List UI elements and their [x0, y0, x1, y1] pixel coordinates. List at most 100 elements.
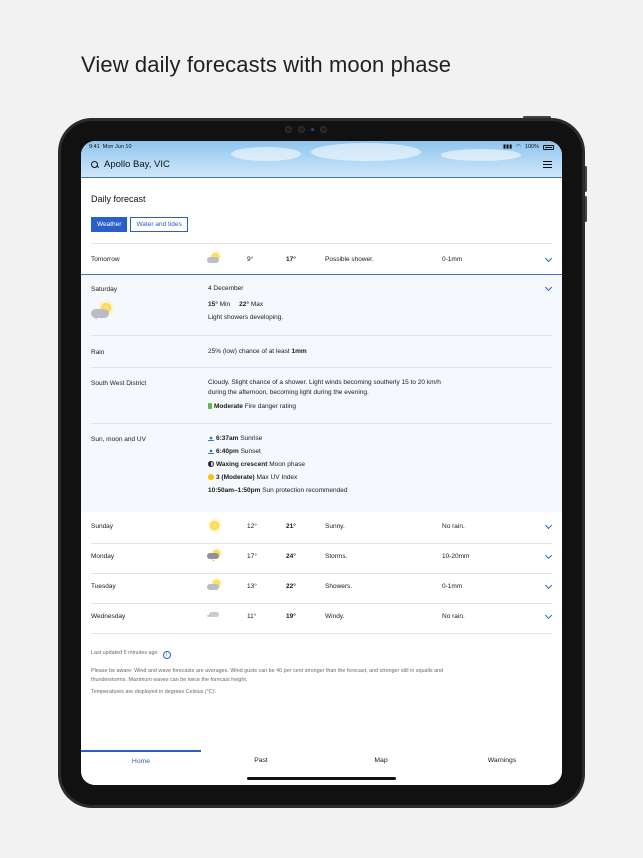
sunset-label: Sunset: [240, 448, 261, 455]
location-search[interactable]: Apollo Bay, VIC: [91, 159, 170, 170]
rain-amount: No rain.: [442, 523, 465, 530]
chevron-down-icon[interactable]: [544, 521, 553, 530]
sunrise-icon: [208, 435, 214, 441]
max-label: Max: [250, 301, 264, 308]
camera-icon: [320, 126, 327, 133]
battery-percent: 100%: [524, 144, 539, 150]
day-label: Sunday: [91, 523, 114, 530]
rain-amount: 10-20mm: [442, 553, 470, 560]
tab-bar: Weather Water and tides: [91, 217, 188, 232]
tab-water-and-tides[interactable]: Water and tides: [130, 217, 188, 232]
forecast-summary: Showers.: [325, 583, 353, 590]
moon-phase-label: Moon phase: [269, 461, 306, 468]
moon-phase-icon: [208, 461, 214, 467]
sun-icon: [207, 520, 221, 532]
divider: [91, 633, 552, 634]
nav-home[interactable]: Home: [81, 750, 201, 772]
min-label: Min: [219, 301, 231, 308]
max-temp: 21°: [286, 523, 296, 530]
max-temp: 22°: [239, 301, 250, 308]
showers-icon: [207, 580, 221, 592]
district-forecast-line-2: during the afternoon, becoming light dur…: [208, 389, 369, 396]
chevron-down-icon[interactable]: [544, 611, 553, 620]
chevron-down-icon[interactable]: [544, 283, 553, 292]
day-label: Tomorrow: [91, 256, 120, 263]
sunset-icon: [208, 448, 214, 454]
disclaimer-line-2: thunderstorms. Maximum waves can be twic…: [91, 677, 248, 683]
district-label: South West District: [91, 380, 147, 387]
min-temp: 11°: [247, 613, 257, 620]
status-date: Mon Jun 10: [102, 144, 132, 150]
forecast-summary: Possible shower.: [325, 256, 374, 263]
moon-phase: Waxing crescent: [216, 461, 268, 468]
expanded-day-saturday: Saturday 4 December ʹʹ 15° Min 22° Max L…: [81, 274, 562, 512]
day-label: Tuesday: [91, 583, 116, 590]
chevron-down-icon[interactable]: [544, 254, 553, 263]
last-updated: Last updated 5 minutes ago: [91, 650, 158, 656]
nav-map[interactable]: Map: [321, 750, 441, 772]
forecast-summary: Windy.: [325, 613, 345, 620]
day-label: Wednesday: [91, 613, 126, 620]
info-icon[interactable]: i: [162, 651, 171, 659]
rain-amount: 1mm: [291, 348, 307, 355]
sunrise-label: Sunrise: [240, 435, 263, 442]
chevron-down-icon[interactable]: [544, 581, 553, 590]
camera-array: [285, 126, 327, 133]
district-forecast-line-1: Cloudy. Slight chance of a shower. Light…: [208, 379, 441, 386]
divider: [91, 573, 552, 574]
chevron-down-icon[interactable]: [544, 551, 553, 560]
min-temp: 13°: [247, 583, 257, 590]
divider: [91, 335, 552, 336]
divider: [91, 543, 552, 544]
disclaimer-line-1: Please be aware: Wind and wave forecasts…: [91, 668, 444, 674]
fire-danger-level: Moderate: [214, 403, 243, 410]
sunset-time: 6:40pm: [216, 448, 239, 455]
day-label: Saturday: [91, 286, 118, 293]
min-temp: 9°: [247, 256, 254, 263]
units-note: Temperatures are displayed in degrees Ce…: [91, 689, 216, 695]
search-icon[interactable]: [91, 160, 99, 169]
rain-label: Rain: [91, 349, 105, 356]
fire-danger-icon: [208, 403, 212, 409]
date-label: 4 December: [208, 285, 244, 292]
status-time: 9:41: [89, 144, 100, 150]
max-temp: 24°: [286, 553, 296, 560]
divider: [91, 243, 552, 244]
home-indicator: [247, 777, 396, 780]
signal-icon: ▮▮▮: [503, 144, 513, 150]
forecast-summary: Storms.: [325, 553, 348, 560]
rain-amount: No rain.: [442, 613, 465, 620]
page-title: Daily forecast: [91, 194, 146, 204]
nav-past[interactable]: Past: [201, 750, 321, 772]
app-screen: 9:41 Mon Jun 10 ▮▮▮ ◠ 100% Apollo Bay, V…: [81, 141, 562, 785]
min-temp: 15°: [208, 301, 218, 308]
menu-icon[interactable]: [543, 161, 552, 168]
storm-icon: ϟ: [207, 550, 221, 564]
forecast-summary: Sunny.: [325, 523, 345, 530]
headline: View daily forecasts with moon phase: [81, 52, 452, 77]
tab-weather[interactable]: Weather: [91, 217, 128, 232]
divider: [91, 367, 552, 368]
day-label: Monday: [91, 553, 115, 560]
max-temp: 19°: [286, 613, 296, 620]
sunrise-time: 6:37am: [216, 435, 239, 442]
wind-icon: ≈: [207, 611, 221, 623]
rain-amount: 0-1mm: [442, 256, 463, 263]
divider: [91, 423, 552, 424]
divider: [91, 603, 552, 604]
rain-chance: 25% (low) chance of at least: [208, 348, 290, 355]
forecast-summary: Light showers developing.: [208, 314, 284, 321]
fire-danger-label: Fire danger rating: [244, 403, 297, 410]
location-label: Apollo Bay, VIC: [104, 159, 170, 170]
showers-icon: [207, 253, 221, 265]
light-showers-icon: ʹʹ: [91, 303, 115, 324]
sky-header: 9:41 Mon Jun 10 ▮▮▮ ◠ 100% Apollo Bay, V…: [81, 141, 562, 178]
camera-icon: [298, 126, 305, 133]
wifi-icon: ◠: [516, 144, 521, 150]
rain-amount: 0-1mm: [442, 583, 463, 590]
uv-label: Max UV Index: [256, 474, 298, 481]
sensor-icon: [311, 128, 314, 131]
max-temp: 22°: [286, 583, 296, 590]
nav-warnings[interactable]: Warnings: [442, 750, 562, 772]
top-bar: Apollo Bay, VIC: [91, 159, 552, 170]
